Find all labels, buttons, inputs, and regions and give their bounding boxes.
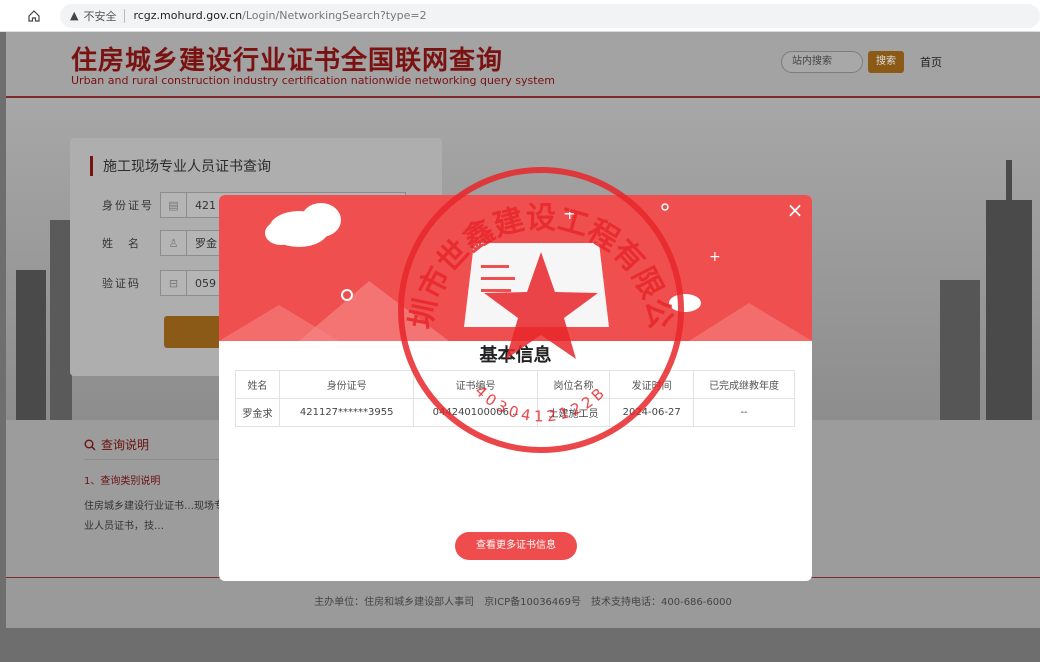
table-cell: 044240100006... xyxy=(413,398,538,427)
search-icon xyxy=(84,439,96,450)
field-value: 421 xyxy=(195,198,216,212)
bottom-band xyxy=(6,628,1040,662)
field-value: 059 xyxy=(195,276,216,290)
certificate-table: 姓名 身份证号 证书编号 岗位名称 发证时间 已完成继教年度 罗金求 42112… xyxy=(234,370,795,427)
browser-address-bar: ▲ 不安全 rcgz.mohurd.gov.cn /Login/Networki… xyxy=(0,0,1040,32)
site-search-input[interactable]: 站内搜索 xyxy=(781,51,863,73)
table-cell: 罗金求 xyxy=(234,398,281,427)
banner-illustration: + + xyxy=(219,203,812,341)
skyline-building xyxy=(940,280,980,420)
table-header-cell: 证书编号 xyxy=(413,370,538,399)
url-box[interactable]: ▲ 不安全 rcgz.mohurd.gov.cn /Login/Networki… xyxy=(60,3,1040,28)
basic-info-modal: + + × 基本信息 姓名 身份证号 证书编号 岗位名称 发证时间 已完成继教年… xyxy=(219,195,812,581)
id-card-icon: ▤ xyxy=(161,193,187,217)
table-header-cell: 已完成继教年度 xyxy=(693,370,795,399)
table-header-cell: 发证时间 xyxy=(609,370,695,399)
url-path: /Login/NetworkingSearch?type=2 xyxy=(242,9,427,22)
modal-title: 基本信息 xyxy=(479,345,552,366)
divider xyxy=(124,8,126,23)
security-status: 不安全 xyxy=(83,9,117,23)
home-link[interactable]: 首页 xyxy=(920,54,942,70)
site-subtitle: Urban and rural construction industry ce… xyxy=(71,74,555,87)
table-cell: 421127******3955 xyxy=(279,398,415,427)
field-label: 姓 名 xyxy=(102,237,141,250)
svg-text:+: + xyxy=(709,249,721,265)
field-label: 身份证号 xyxy=(102,199,154,212)
table-header-row: 姓名 身份证号 证书编号 岗位名称 发证时间 已完成继教年度 xyxy=(234,370,795,399)
table-row[interactable]: 罗金求 421127******3955 044240100006... 土建施… xyxy=(234,398,795,427)
skyline-building xyxy=(50,220,72,420)
skyline-building xyxy=(16,270,46,420)
table-header-cell: 身份证号 xyxy=(279,370,415,399)
form-title: 施工现场专业人员证书查询 xyxy=(90,156,271,176)
svg-text:+: + xyxy=(563,204,576,223)
table-cell: -- xyxy=(693,398,795,427)
table-cell: 土建施工员 xyxy=(536,398,611,427)
modal-banner: + + × xyxy=(219,195,812,341)
table-cell: 2024-06-27 xyxy=(609,398,695,427)
home-icon[interactable] xyxy=(22,4,46,28)
site-header: 住房城乡建设行业证书全国联网查询 Urban and rural constru… xyxy=(6,32,1040,98)
table-header-cell: 岗位名称 xyxy=(536,370,611,399)
close-icon[interactable]: × xyxy=(784,199,806,221)
warning-triangle-icon[interactable]: ▲ xyxy=(70,9,78,22)
notice-text: 住房城乡建设行业证书…现场专业人员证书，技… xyxy=(84,501,224,532)
user-icon: ♙ xyxy=(161,231,187,255)
field-value: 罗金 xyxy=(195,237,217,250)
site-search-button[interactable]: 搜索 xyxy=(868,51,904,73)
skyline-antenna xyxy=(1006,160,1012,420)
url-host: rcgz.mohurd.gov.cn xyxy=(133,9,243,22)
more-certificates-button[interactable]: 查看更多证书信息 xyxy=(455,532,577,560)
captcha-icon: ⊟ xyxy=(161,271,187,295)
notice-title-text: 查询说明 xyxy=(101,438,150,452)
site-footer: 主办单位：住房和城乡建设部人事司 京ICP备10036469号 技术支持电话：4… xyxy=(6,578,1040,628)
table-header-cell: 姓名 xyxy=(234,370,281,399)
site-title: 住房城乡建设行业证书全国联网查询 xyxy=(71,46,504,76)
field-label: 验证码 xyxy=(102,277,141,290)
